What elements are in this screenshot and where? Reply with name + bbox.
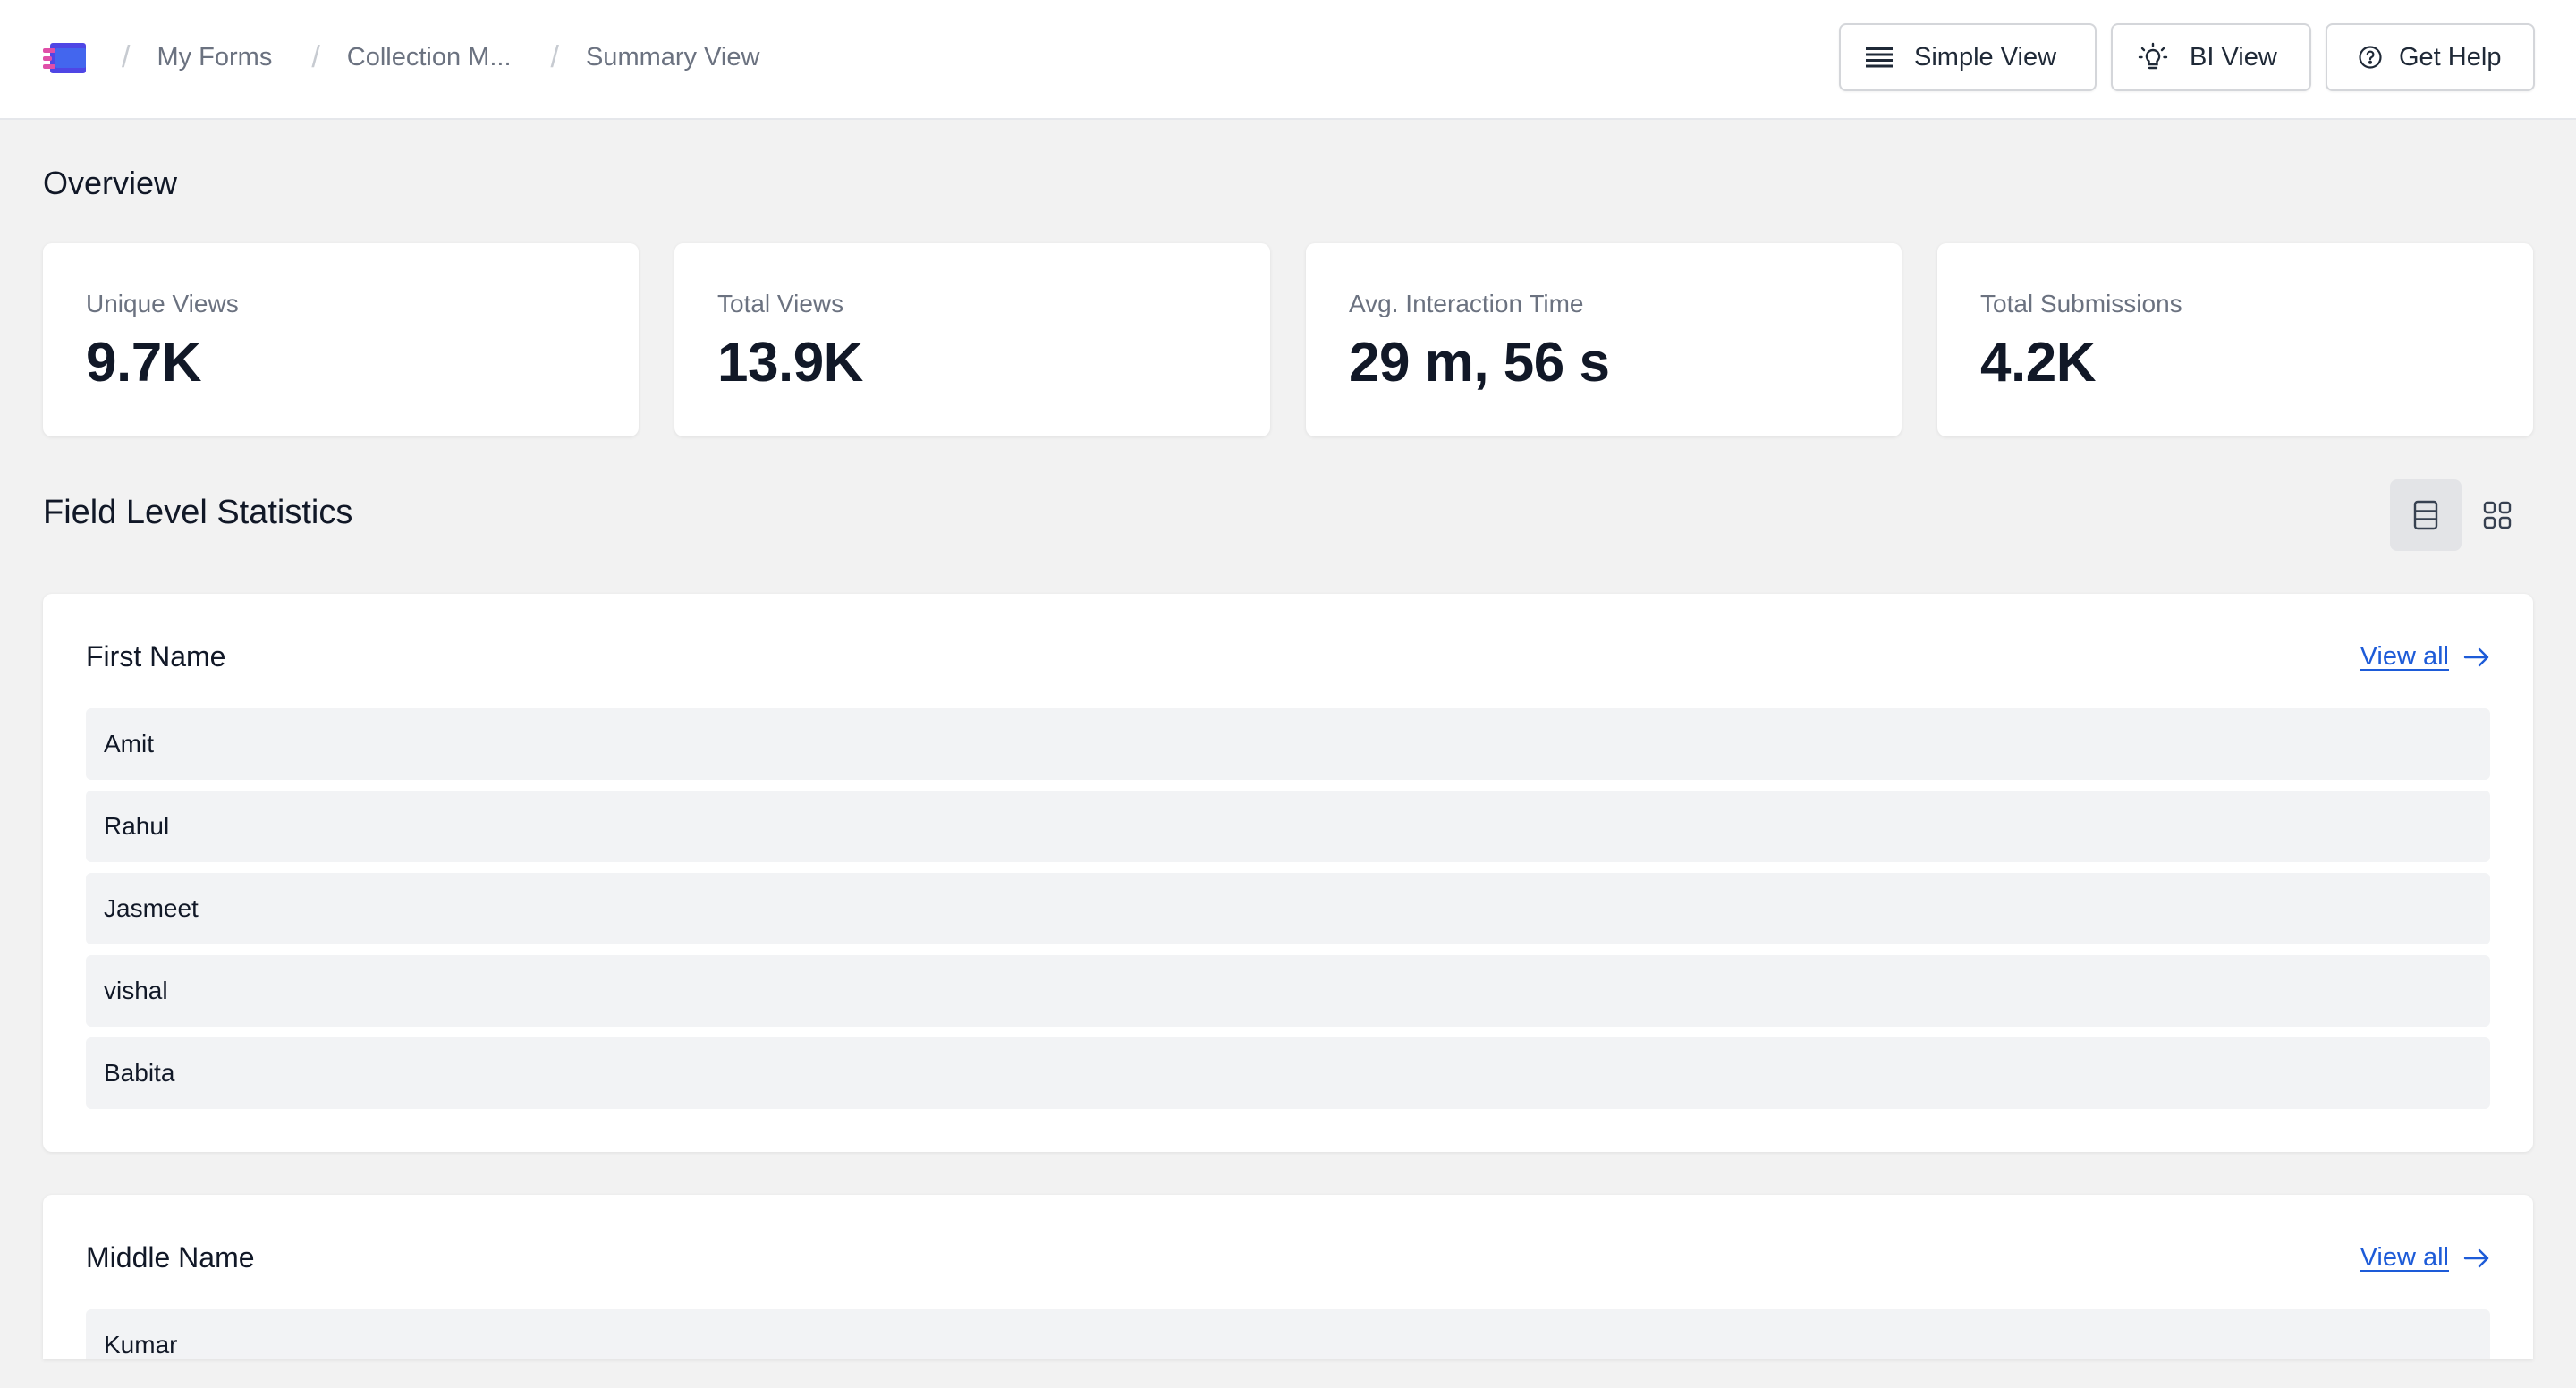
value-list: Amit Rahul Jasmeet vishal Babita	[86, 708, 2490, 1120]
field-card-first-name: First Name View all Amit Rahul Jasmeet v…	[43, 594, 2533, 1152]
breadcrumb: / My Forms / Collection M... / Summary V…	[122, 0, 799, 114]
field-title: Middle Name	[86, 1241, 255, 1274]
list-item: Jasmeet	[86, 873, 2490, 944]
arrow-right-icon	[2463, 647, 2489, 666]
field-card-middle-name: Middle Name View all Kumar	[43, 1195, 2533, 1359]
stat-value: 13.9K	[717, 332, 863, 394]
arrow-right-icon	[2463, 1248, 2489, 1267]
breadcrumb-separator: /	[122, 39, 131, 74]
bi-view-button[interactable]: BI View	[2111, 23, 2311, 91]
view-all-link[interactable]: View all	[2360, 642, 2490, 672]
stat-card-avg-interaction-time: Avg. Interaction Time 29 m, 56 s	[1306, 243, 1902, 436]
list-lines-icon	[1866, 47, 1893, 68]
list-item: Babita	[86, 1037, 2490, 1109]
stat-card-total-submissions: Total Submissions 4.2K	[1937, 243, 2533, 436]
stat-value: 9.7K	[86, 332, 201, 394]
stat-label: Total Submissions	[1980, 290, 2182, 317]
grid-layout-toggle[interactable]	[2462, 479, 2533, 551]
stat-card-total-views: Total Views 13.9K	[674, 243, 1270, 436]
view-all-link[interactable]: View all	[2360, 1243, 2490, 1273]
breadcrumb-my-forms[interactable]: My Forms	[157, 43, 311, 72]
stat-card-unique-views: Unique Views 9.7K	[43, 243, 639, 436]
help-circle-icon	[2359, 46, 2382, 69]
view-all-label: View all	[2360, 642, 2449, 671]
overview-title: Overview	[43, 165, 178, 201]
breadcrumb-collection[interactable]: Collection M...	[347, 43, 551, 72]
breadcrumb-separator: /	[311, 39, 320, 74]
list-item: Rahul	[86, 791, 2490, 862]
stat-label: Unique Views	[86, 290, 239, 317]
app-logo-icon[interactable]	[43, 41, 86, 75]
field-level-statistics-title: Field Level Statistics	[43, 494, 353, 531]
view-all-label: View all	[2360, 1243, 2449, 1272]
list-item: Kumar	[86, 1309, 2490, 1359]
top-header: / My Forms / Collection M... / Summary V…	[0, 0, 2576, 120]
list-layout-toggle[interactable]	[2390, 479, 2462, 551]
breadcrumb-separator: /	[550, 39, 559, 74]
list-item: Amit	[86, 708, 2490, 780]
stat-value: 29 m, 56 s	[1349, 332, 1610, 394]
list-item: vishal	[86, 955, 2490, 1027]
bi-view-label: BI View	[2190, 42, 2277, 72]
stat-label: Total Views	[717, 290, 844, 317]
stat-label: Avg. Interaction Time	[1349, 290, 1584, 317]
lightbulb-icon	[2138, 42, 2168, 70]
get-help-button[interactable]: Get Help	[2326, 23, 2535, 91]
simple-view-button[interactable]: Simple View	[1839, 23, 2097, 91]
grid-layout-icon	[2483, 501, 2512, 529]
simple-view-label: Simple View	[1914, 42, 2057, 72]
value-list: Kumar	[86, 1309, 2490, 1359]
stat-value: 4.2K	[1980, 332, 2096, 394]
field-title: First Name	[86, 640, 226, 673]
breadcrumb-summary-view: Summary View	[585, 42, 760, 72]
get-help-label: Get Help	[2399, 42, 2502, 72]
list-layout-icon	[2413, 500, 2438, 530]
